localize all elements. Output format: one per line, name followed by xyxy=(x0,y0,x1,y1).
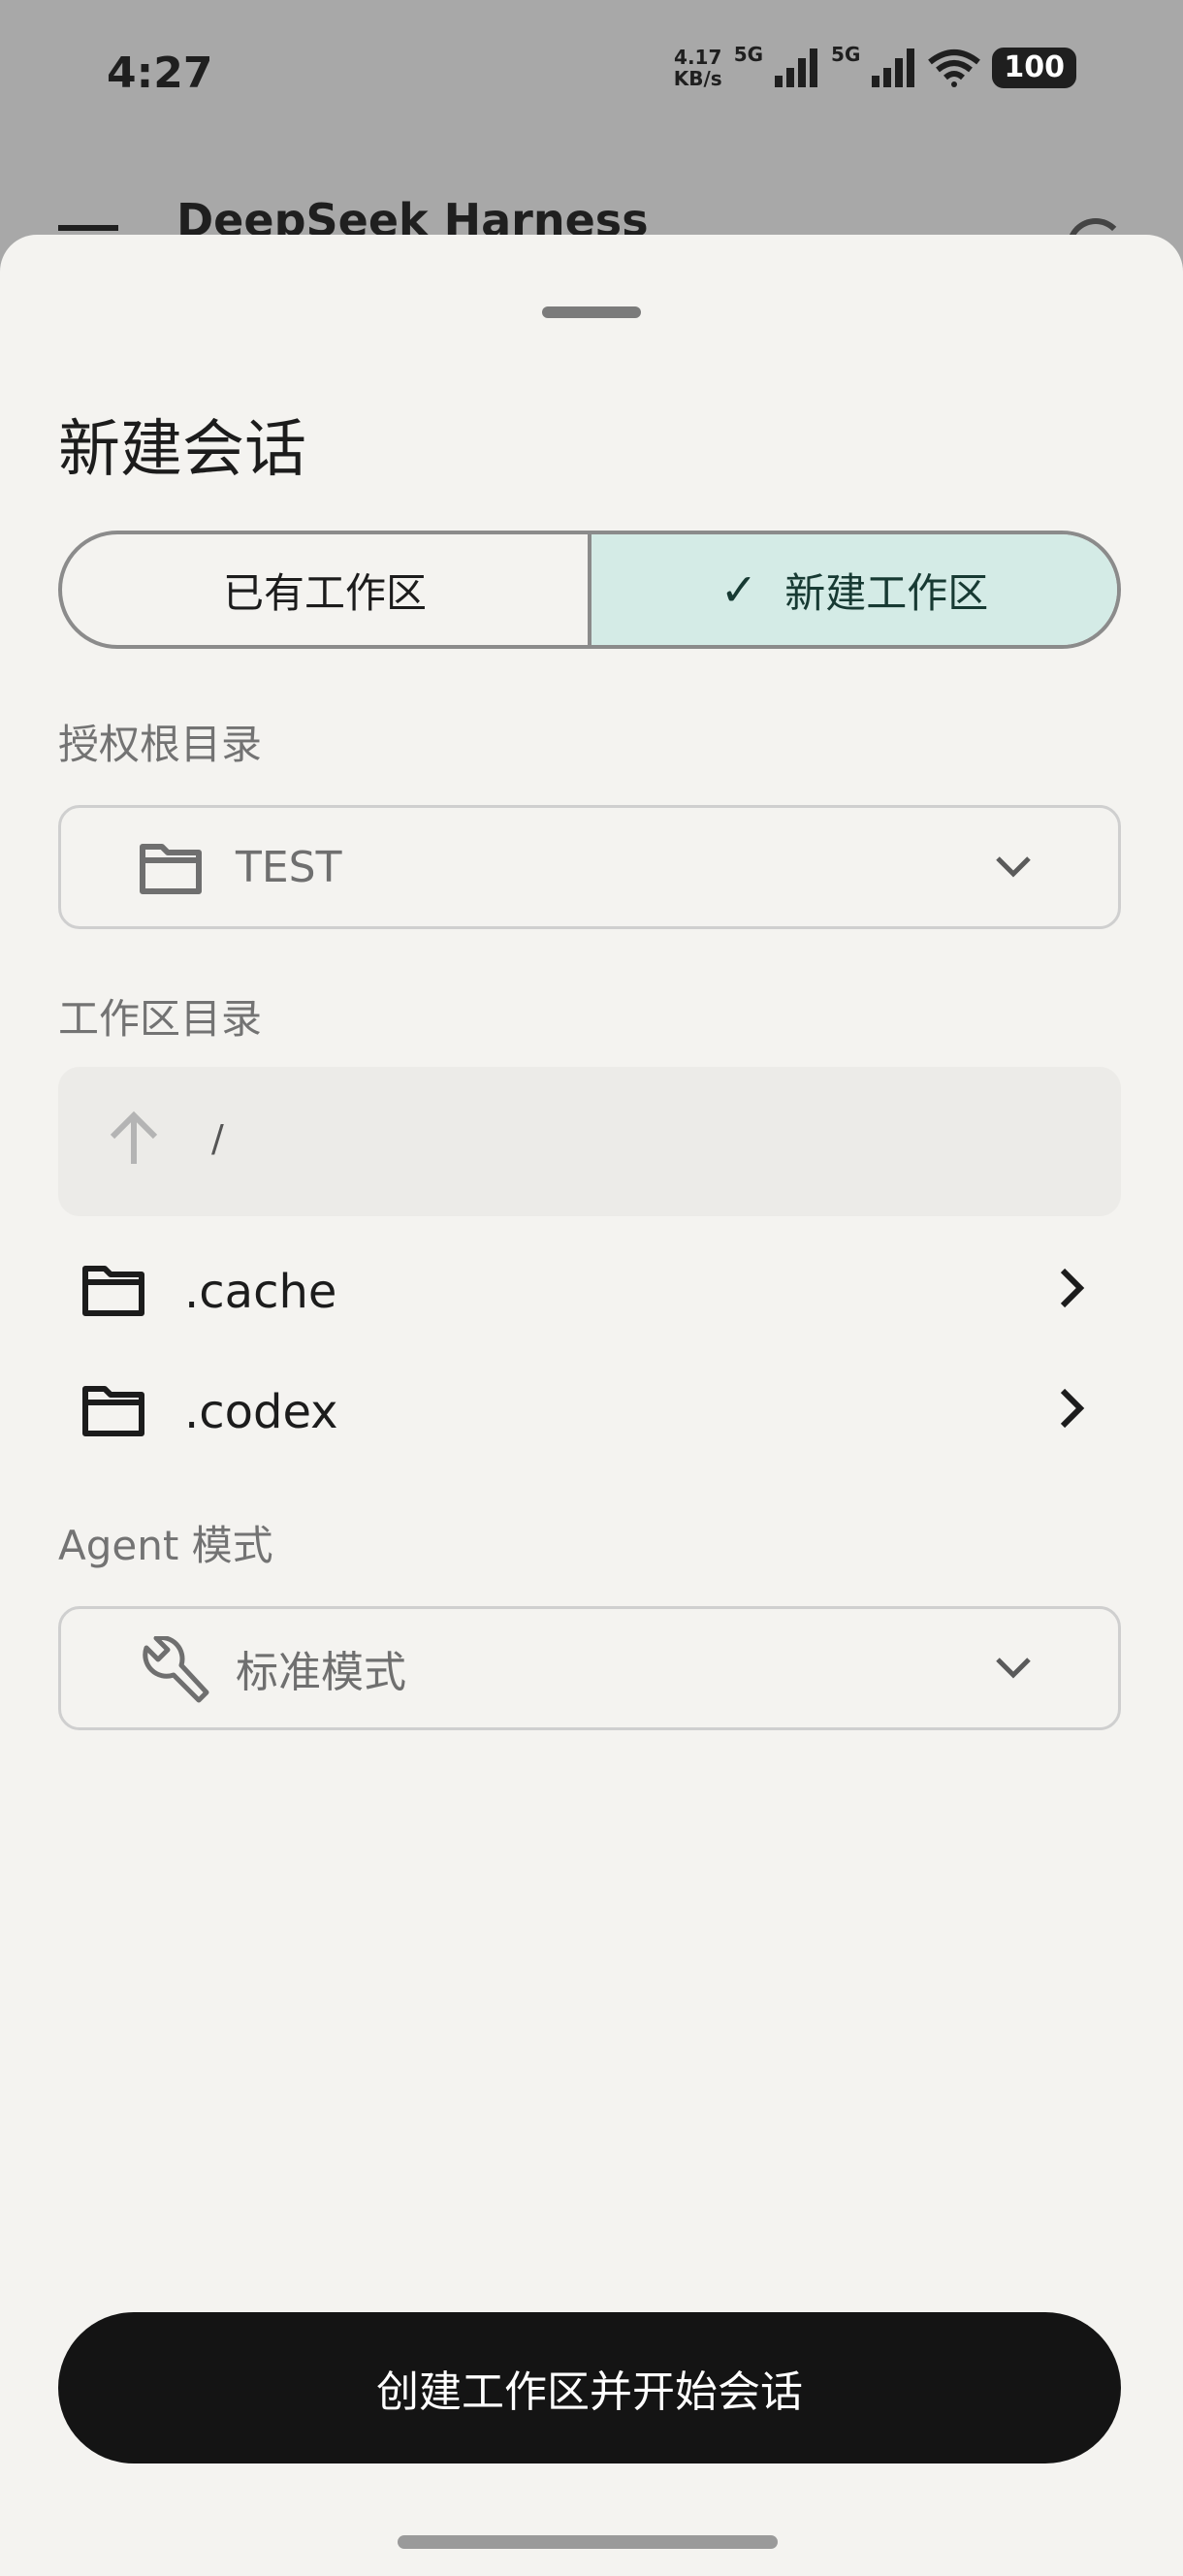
agent-mode-label: Agent 模式 xyxy=(58,1522,273,1569)
agent-mode-dropdown[interactable]: 标准模式 xyxy=(58,1606,1121,1730)
folder-name: .cache xyxy=(184,1265,337,1319)
chevron-right-icon xyxy=(1060,1268,1085,1308)
signal-icon xyxy=(775,48,818,87)
chevron-down-icon xyxy=(996,1658,1031,1679)
network-speed: 4.17 KB/s xyxy=(673,46,722,90)
menu-icon[interactable] xyxy=(58,225,118,231)
sheet-title: 新建会话 xyxy=(58,414,306,486)
list-item[interactable]: .cache xyxy=(58,1238,1121,1344)
new-session-sheet: 新建会话 已有工作区 ✓ 新建工作区 授权根目录 TEST 工作区目录 / .c… xyxy=(0,235,1183,2576)
agent-mode-value: 标准模式 xyxy=(236,1648,406,1697)
wifi-icon xyxy=(928,49,981,87)
status-icons: 4.17 KB/s 5G 5G 100 xyxy=(673,43,1076,90)
battery-indicator: 100 xyxy=(992,48,1076,88)
network-type-1: 5G xyxy=(733,43,764,66)
folder-icon xyxy=(140,844,202,894)
segment-new-workspace[interactable]: ✓ 新建工作区 xyxy=(592,534,1117,645)
folder-name: .codex xyxy=(184,1385,338,1439)
folder-icon xyxy=(82,1386,144,1436)
create-workspace-button[interactable]: 创建工作区并开始会话 xyxy=(58,2312,1121,2463)
list-item[interactable]: .codex xyxy=(58,1358,1121,1465)
segment-existing-workspace[interactable]: 已有工作区 xyxy=(62,534,592,645)
root-dir-label: 授权根目录 xyxy=(58,721,263,768)
status-bar: 4:27 4.17 KB/s 5G 5G 100 xyxy=(0,0,1183,155)
sheet-drag-handle[interactable] xyxy=(542,306,641,318)
root-dir-dropdown[interactable]: TEST xyxy=(58,805,1121,929)
check-icon: ✓ xyxy=(719,564,758,616)
wrench-icon xyxy=(143,1636,209,1703)
arrow-up-icon[interactable] xyxy=(107,1110,161,1168)
root-dir-value: TEST xyxy=(236,842,342,892)
path-bar: / xyxy=(58,1067,1121,1216)
home-indicator[interactable] xyxy=(398,2535,778,2549)
workspace-dir-label: 工作区目录 xyxy=(58,995,263,1043)
current-path: / xyxy=(211,1117,224,1160)
chevron-right-icon xyxy=(1060,1388,1085,1429)
chevron-down-icon xyxy=(996,856,1031,878)
network-type-2: 5G xyxy=(831,43,861,66)
status-time: 4:27 xyxy=(107,48,213,98)
signal-icon xyxy=(872,48,915,87)
folder-icon xyxy=(82,1266,144,1316)
workspace-mode-toggle: 已有工作区 ✓ 新建工作区 xyxy=(58,531,1121,649)
